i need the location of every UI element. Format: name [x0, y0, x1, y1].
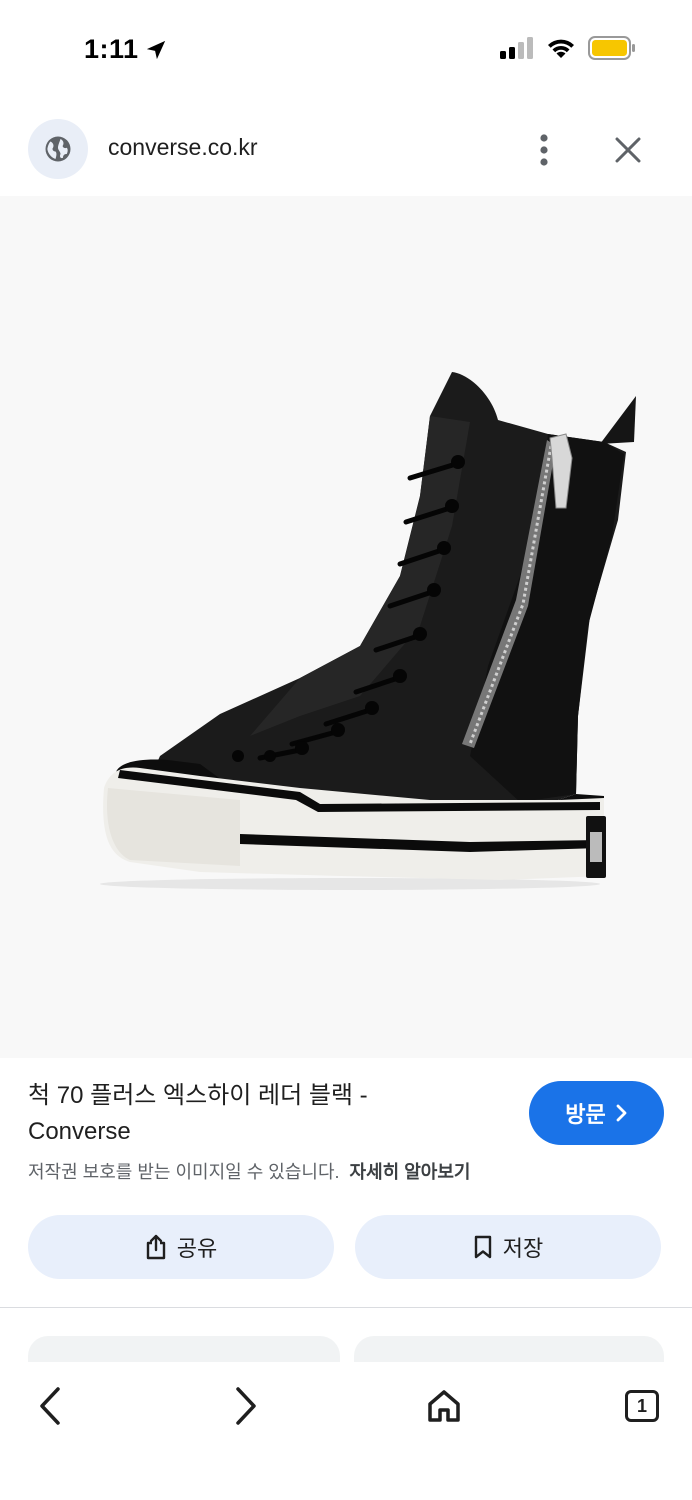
chevron-right-icon	[616, 1104, 627, 1122]
forward-button[interactable]	[216, 1376, 276, 1436]
share-label: 공유	[176, 1236, 218, 1261]
site-info-button[interactable]	[28, 119, 88, 179]
status-time: 1:11	[84, 34, 167, 65]
battery-icon	[588, 36, 635, 60]
close-button[interactable]	[606, 128, 650, 172]
status-icons	[500, 36, 636, 60]
location-arrow-icon	[146, 40, 165, 59]
tabs-button[interactable]: 1	[612, 1376, 672, 1436]
more-vert-icon	[540, 134, 548, 166]
share-icon	[146, 1234, 165, 1260]
chevron-left-icon	[40, 1387, 60, 1425]
time-text: 1:11	[84, 34, 139, 64]
cellular-signal-icon	[500, 37, 533, 59]
save-button[interactable]: 저장	[355, 1215, 661, 1279]
result-title[interactable]: 척 70 플러스 엑스하이 레더 블랙 - Converse	[28, 1078, 428, 1150]
home-icon	[428, 1390, 460, 1422]
product-image[interactable]	[0, 196, 692, 1058]
copyright-notice: 저작권 보호를 받는 이미지일 수 있습니다. 자세히 알아보기	[28, 1158, 470, 1184]
learn-more-link[interactable]: 자세히 알아보기	[350, 1162, 471, 1182]
tab-count: 1	[625, 1390, 659, 1422]
url-bar: converse.co.kr	[0, 100, 692, 196]
url-text[interactable]: converse.co.kr	[108, 134, 258, 161]
save-label: 저장	[502, 1236, 544, 1261]
back-button[interactable]	[20, 1376, 80, 1436]
bottom-toolbar: 1	[0, 1362, 692, 1500]
high-top-boot-image	[100, 372, 636, 890]
divider	[0, 1307, 692, 1308]
chevron-right-icon	[236, 1387, 256, 1425]
home-button[interactable]	[414, 1376, 474, 1436]
globe-icon	[45, 136, 71, 162]
visit-label: 방문	[565, 1102, 606, 1127]
share-button[interactable]: 공유	[28, 1215, 334, 1279]
wifi-icon	[548, 39, 574, 58]
copyright-text: 저작권 보호를 받는 이미지일 수 있습니다.	[28, 1162, 340, 1182]
close-icon	[615, 137, 641, 163]
status-bar: 1:11	[0, 0, 692, 100]
bookmark-icon	[474, 1235, 491, 1259]
more-options-button[interactable]	[524, 126, 564, 174]
visit-button[interactable]: 방문	[529, 1081, 664, 1145]
